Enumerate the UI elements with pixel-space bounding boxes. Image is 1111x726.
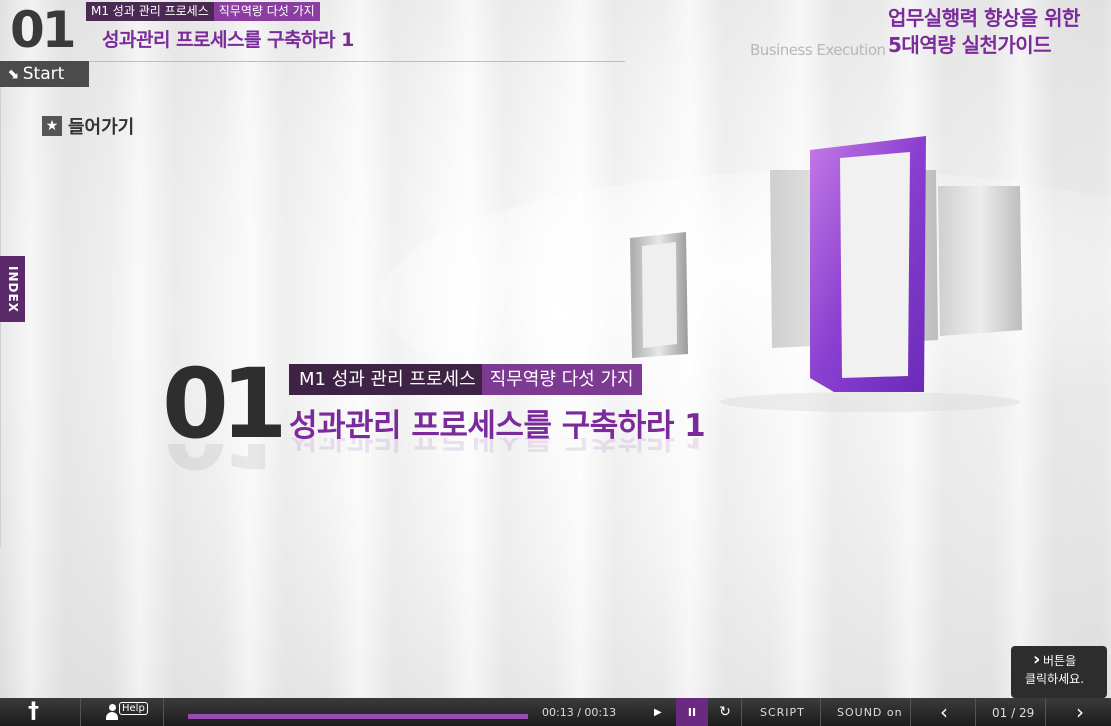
divider (1045, 698, 1046, 726)
script-button[interactable]: SCRIPT (760, 698, 805, 726)
header-chip: M1 성과 관리 프로세스 직무역량 다섯 가지 (86, 2, 320, 21)
divider (910, 698, 911, 726)
divider (80, 698, 81, 726)
control-bar: † Help 00:13 / 00:13 ▶ II ↻ SCRIPT SOUND… (0, 698, 1111, 726)
hero-chip: M1 성과 관리 프로세스 직무역량 다섯 가지 (289, 364, 642, 395)
help-button[interactable]: Help (104, 698, 148, 726)
enter-label: 들어가기 (68, 117, 135, 138)
replay-icon[interactable]: ↻ (716, 698, 734, 726)
hero-module-label: M1 성과 관리 프로세스 (289, 364, 482, 395)
divider (820, 698, 821, 726)
hero-number: 01 (162, 348, 288, 460)
hero-number-reflection: 01 (162, 444, 280, 484)
divider (163, 698, 164, 726)
category-label: 직무역량 다섯 가지 (213, 2, 320, 21)
chevron-right-icon: › (1033, 649, 1041, 670)
course-title-line2: 5대역량 실천가이드 (888, 33, 1052, 57)
enter-button[interactable]: ★ 들어가기 (42, 113, 134, 139)
star-icon: ★ (42, 116, 62, 136)
slide-stage: 01 M1 성과 관리 프로세스 직무역량 다섯 가지 성과관리 프로세스를 구… (0, 0, 1111, 698)
hero-category-label: 직무역량 다섯 가지 (481, 364, 642, 395)
course-title-line1: 업무실행력 향상을 위한 (888, 6, 1080, 30)
time-readout: 00:13 / 00:13 (542, 706, 617, 719)
brand-subtitle: Business Execution (750, 41, 886, 59)
panel-right (938, 186, 1022, 336)
module-label: M1 성과 관리 프로세스 (86, 2, 214, 21)
progress-fill (188, 714, 528, 719)
arrow-down-right-icon: ⬊ (7, 66, 19, 82)
header-divider (0, 61, 625, 62)
section-number: 01 (10, 1, 77, 59)
play-icon[interactable]: ▶ (654, 698, 668, 726)
index-tab[interactable]: INDEX (0, 256, 25, 322)
next-hint-tooltip: › 버튼을 클릭하세요. (1011, 646, 1107, 698)
divider (741, 698, 742, 726)
logo-icon: † (28, 699, 39, 724)
chevron-left-icon[interactable]: ‹ (936, 698, 952, 726)
start-button[interactable]: ⬊ Start (0, 61, 89, 87)
floor-shadow (720, 392, 1020, 412)
gray-frame (630, 232, 688, 358)
purple-frame (810, 136, 926, 392)
sound-toggle[interactable]: SOUND on (837, 698, 903, 726)
frames-illustration (630, 136, 1022, 412)
help-label: Help (119, 702, 148, 715)
next-chevron-icon[interactable]: › (1072, 698, 1088, 726)
person-icon (106, 704, 118, 720)
course-title: 업무실행력 향상을 위한 5대역량 실천가이드 (888, 5, 1080, 59)
pause-button[interactable]: II (676, 698, 708, 726)
hero-title-reflection: 성과관리 프로세스를 구축하라 1 (289, 438, 705, 462)
start-label: Start (22, 64, 65, 84)
tooltip-line2: 클릭하세요. (1025, 672, 1085, 686)
divider (975, 698, 976, 726)
page-indicator: 01 / 29 (992, 706, 1035, 720)
page-title: 성과관리 프로세스를 구축하라 1 (102, 29, 354, 51)
